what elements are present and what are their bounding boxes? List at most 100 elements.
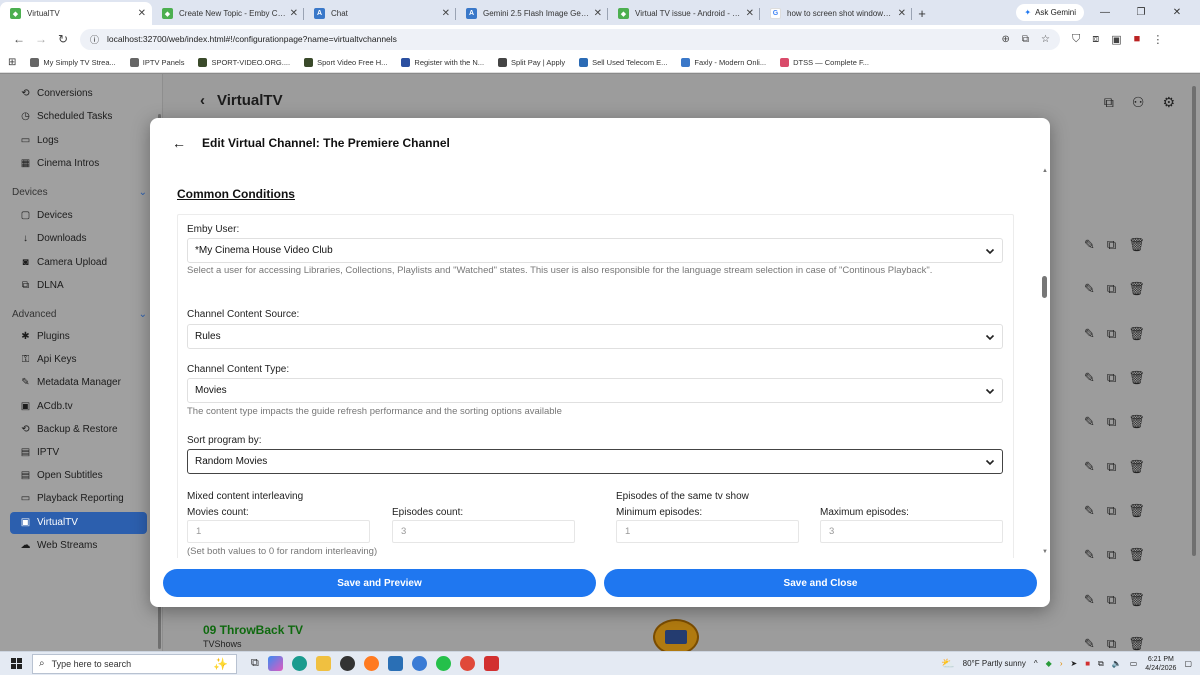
tray-app-icon[interactable]: › [1060, 659, 1063, 668]
sidebar-item-acdb-tv[interactable]: ▣ ACdb.tv [20, 401, 73, 412]
bookmark-item[interactable]: Register with the N... [401, 58, 484, 67]
edit-pencil-icon[interactable]: ✎ [1084, 326, 1095, 342]
advanced-section-header[interactable]: Advanced ⌄ [12, 309, 147, 320]
channel-row[interactable]: 09 ThrowBack TV TVShows [203, 623, 303, 649]
app-icon[interactable] [387, 656, 403, 671]
restore-icon[interactable]: ❐ [1126, 7, 1156, 18]
bookmark-item[interactable]: Sell Used Telecom E... [579, 58, 667, 67]
copy-icon[interactable]: ⧉ [1107, 370, 1116, 386]
browser-tab[interactable]: ◆ VirtualTV ✕ [0, 2, 152, 25]
taskbar-clock[interactable]: 6:21 PM 4/24/2026 [1145, 655, 1176, 673]
edit-pencil-icon[interactable]: ✎ [1084, 370, 1095, 386]
edit-pencil-icon[interactable]: ✎ [1084, 592, 1095, 608]
speaker-icon[interactable]: 🔈 [1112, 659, 1122, 668]
tray-app-icon[interactable]: ■ [1085, 659, 1090, 668]
edge-icon[interactable] [291, 656, 307, 671]
profile-icon[interactable]: ■ [1134, 33, 1141, 46]
tray-app-icon[interactable]: ◆ [1046, 659, 1052, 668]
save-and-close-button[interactable]: Save and Close [604, 569, 1037, 597]
sort-by-select[interactable]: Random Movies [187, 449, 1003, 474]
menu-icon[interactable]: ⋮ [1152, 33, 1163, 46]
taskbar-search-input[interactable]: ⌕ Type here to search ✨ [32, 653, 237, 674]
telegram-icon[interactable]: ➤ [1070, 659, 1077, 668]
speedometer-icon[interactable] [339, 656, 355, 671]
file-explorer-icon[interactable] [315, 656, 331, 671]
trash-icon[interactable]: 🗑 [1128, 459, 1145, 475]
save-and-preview-button[interactable]: Save and Preview [163, 569, 596, 597]
max-episodes-input[interactable]: 3 [820, 520, 1003, 543]
edit-pencil-icon[interactable]: ✎ [1084, 636, 1095, 652]
shield-icon[interactable]: ⛉ [1072, 33, 1080, 46]
browser-tab[interactable]: ◆ Virtual TV issue - Android - Emb ✕ [608, 2, 760, 25]
firefox-icon[interactable] [363, 656, 379, 671]
sidebar-item-playback-reporting[interactable]: ▭ Playback Reporting [20, 493, 124, 504]
cast-icon[interactable]: ⧉ [1104, 94, 1114, 111]
sidebar-item-downloads[interactable]: ↓ Downloads [20, 233, 86, 244]
copy-icon[interactable]: ⧉ [1107, 592, 1116, 608]
bookmark-item[interactable]: DTSS — Complete F... [780, 58, 869, 67]
copy-icon[interactable]: ⧉ [1107, 636, 1116, 652]
dialog-scrollbar-thumb[interactable] [1042, 276, 1047, 298]
copilot-icon[interactable] [267, 656, 283, 671]
browser-tab[interactable]: ◆ Create New Topic - Emby Comm ✕ [152, 2, 304, 25]
copy-icon[interactable]: ⧉ [1107, 503, 1116, 519]
start-windows-icon[interactable] [0, 658, 32, 669]
edit-pencil-icon[interactable]: ✎ [1084, 281, 1095, 297]
minimize-icon[interactable]: — [1090, 7, 1120, 18]
back-chevron-icon[interactable]: ‹ [200, 92, 205, 109]
sidebar-item-dlna[interactable]: ⧉ DLNA [20, 280, 64, 291]
tab-close-icon[interactable]: ✕ [898, 8, 906, 19]
bookmark-item[interactable]: IPTV Panels [129, 58, 184, 67]
bookmark-item[interactable]: Faxly - Modern Onli... [681, 58, 766, 67]
whatsapp-icon[interactable] [435, 656, 451, 671]
site-info-icon[interactable]: ⓘ [90, 33, 99, 46]
edit-pencil-icon[interactable]: ✎ [1084, 414, 1095, 430]
trash-icon[interactable]: 🗑 [1128, 547, 1145, 563]
content-source-select[interactable]: Rules [187, 324, 1003, 349]
copy-icon[interactable]: ⧉ [1107, 547, 1116, 563]
settings-gear-icon[interactable]: ⚙ [1162, 94, 1175, 111]
min-episodes-input[interactable]: 1 [616, 520, 799, 543]
scroll-down-arrow-icon[interactable]: ▼ [1042, 549, 1048, 555]
episodes-count-input[interactable]: 3 [392, 520, 575, 543]
trash-icon[interactable]: 🗑 [1128, 503, 1145, 519]
sidebar-item-iptv[interactable]: ▤ IPTV [20, 447, 59, 458]
battery-icon[interactable]: ▭ [1130, 659, 1138, 668]
sidebar-item-conversions[interactable]: ⟲ Conversions [20, 88, 92, 99]
sidepanel-icon[interactable]: ▣ [1111, 33, 1121, 46]
sidebar-item-camera-upload[interactable]: ◙ Camera Upload [20, 257, 107, 268]
edit-pencil-icon[interactable]: ✎ [1084, 459, 1095, 475]
devices-section-header[interactable]: Devices ⌄ [12, 187, 147, 198]
trash-icon[interactable]: 🗑 [1128, 237, 1145, 253]
close-window-icon[interactable]: ✕ [1162, 7, 1192, 18]
forward-arrow-icon[interactable]: → [30, 28, 52, 50]
sidebar-item-backup-restore[interactable]: ⟲ Backup & Restore [20, 424, 117, 435]
copy-icon[interactable]: ⧉ [1107, 237, 1116, 253]
tab-close-icon[interactable]: ✕ [138, 8, 146, 19]
edit-pencil-icon[interactable]: ✎ [1084, 547, 1095, 563]
scroll-up-arrow-icon[interactable]: ▲ [1042, 168, 1048, 174]
bookmark-star-icon[interactable]: ☆ [1041, 34, 1050, 45]
movies-count-input[interactable]: 1 [187, 520, 370, 543]
page-scrollbar[interactable] [1192, 86, 1196, 556]
recorder-icon[interactable] [483, 656, 499, 671]
chrome-icon[interactable] [459, 656, 475, 671]
cast-page-icon[interactable]: ⧉ [1022, 34, 1029, 45]
bookmark-item[interactable]: SPORT-VIDEO.ORG.... [198, 58, 290, 67]
sidebar-item-cinema-intros[interactable]: ▦ Cinema Intros [20, 158, 99, 169]
notification-icon[interactable]: ▢ [1184, 659, 1192, 668]
network-icon[interactable]: ⧉ [1098, 659, 1104, 669]
trash-icon[interactable]: 🗑 [1128, 281, 1145, 297]
sidebar-item-open-subtitles[interactable]: ▤ Open Subtitles [20, 470, 103, 481]
bookmark-item[interactable]: My Simply TV Strea... [30, 58, 116, 67]
trash-icon[interactable]: 🗑 [1128, 370, 1145, 386]
sidebar-item-scheduled-tasks[interactable]: ◷ Scheduled Tasks [20, 111, 112, 122]
sidebar-item-logs[interactable]: ▭ Logs [20, 135, 59, 146]
back-arrow-icon[interactable]: ← [172, 135, 186, 151]
trash-icon[interactable]: 🗑 [1128, 592, 1145, 608]
ask-gemini-button[interactable]: ✦ Ask Gemini [1016, 4, 1084, 21]
app-icon[interactable] [411, 656, 427, 671]
browser-tab[interactable]: Ghow to screen shot windows 11 ✕ [760, 2, 912, 25]
trash-icon[interactable]: 🗑 [1128, 326, 1145, 342]
tab-close-icon[interactable]: ✕ [746, 8, 754, 19]
